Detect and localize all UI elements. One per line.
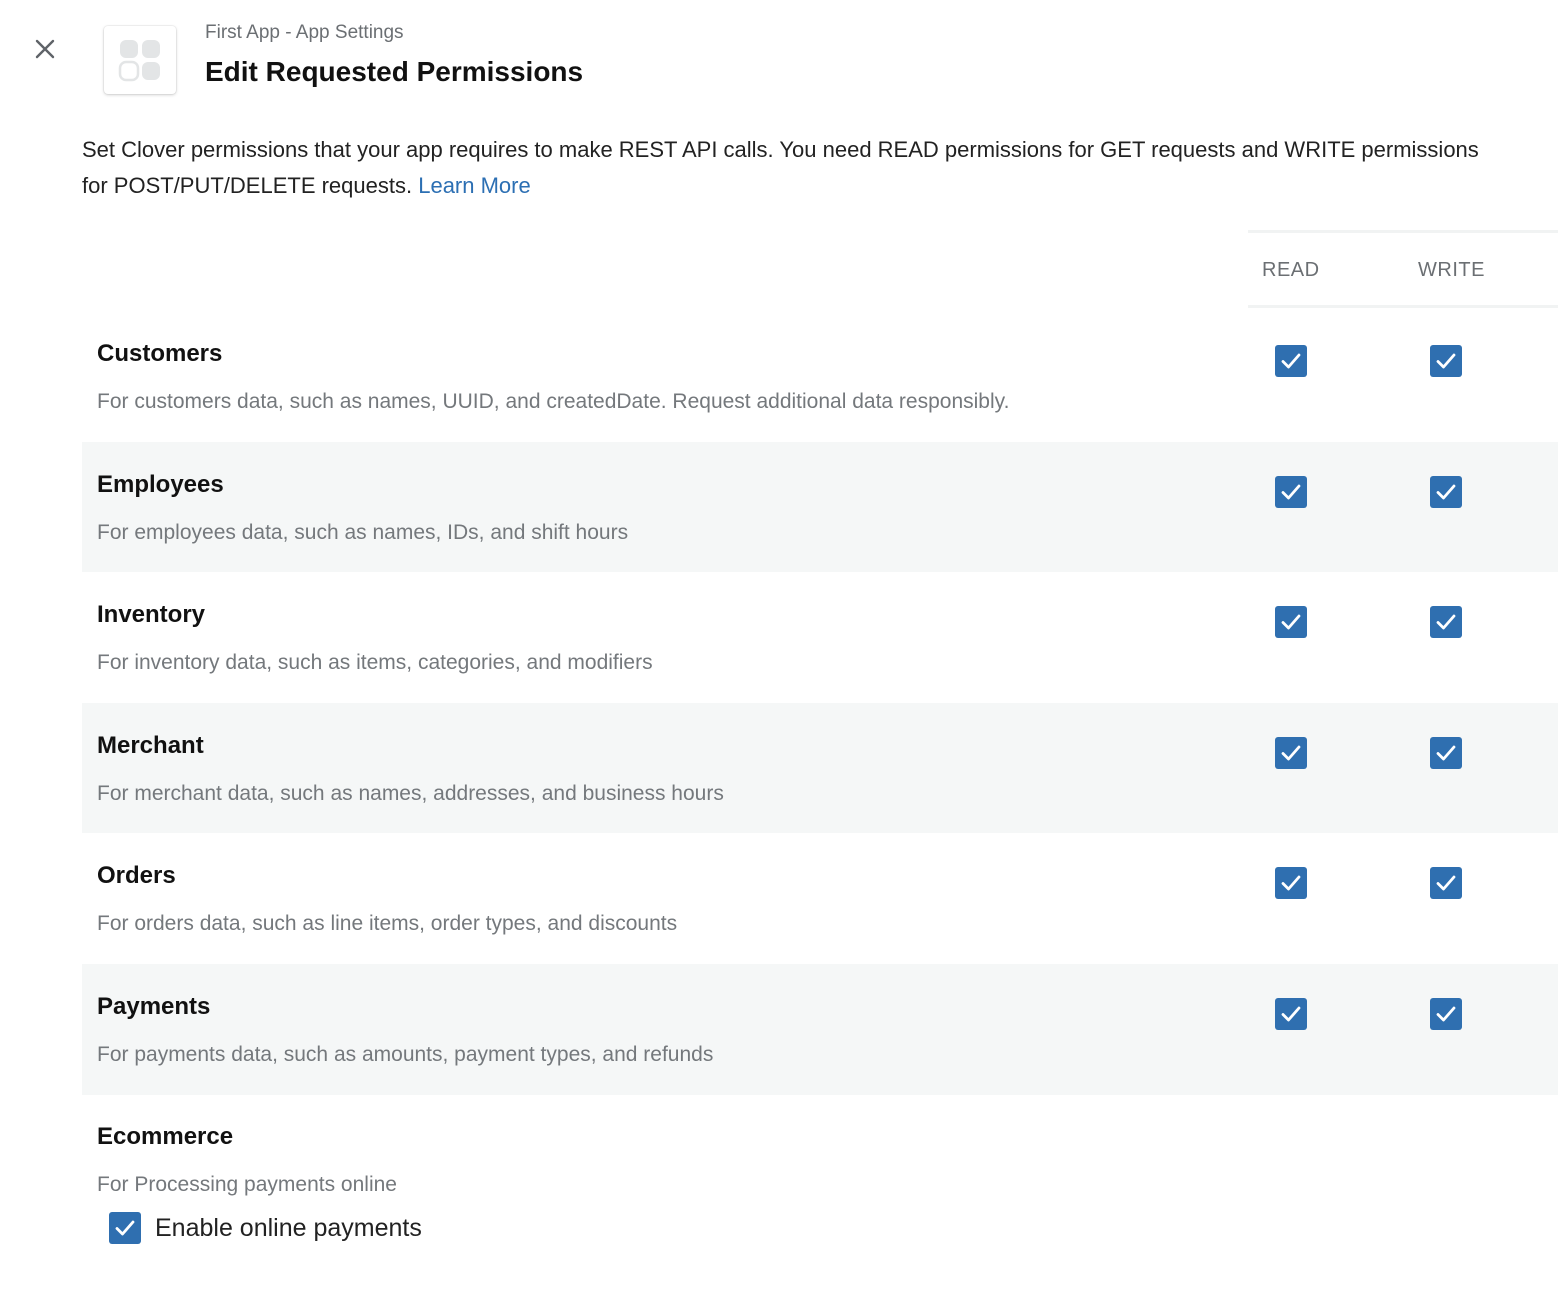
ecommerce-description: For Processing payments online bbox=[97, 1173, 397, 1196]
checkmark-icon bbox=[1281, 1006, 1301, 1022]
permission-name-payments: Payments bbox=[97, 992, 211, 1020]
read-checkbox-employees[interactable] bbox=[1275, 475, 1307, 508]
permission-name-merchant: Merchant bbox=[97, 731, 204, 759]
enable-online-payments-checkbox[interactable] bbox=[109, 1212, 141, 1244]
checkmark-icon bbox=[1281, 745, 1301, 761]
app-icon bbox=[104, 26, 176, 94]
write-checkbox-merchant[interactable] bbox=[1430, 736, 1462, 769]
permission-description-merchant: For merchant data, such as names, addres… bbox=[97, 781, 724, 805]
permission-name-employees: Employees bbox=[97, 470, 224, 498]
breadcrumb: First App - App Settings bbox=[205, 22, 404, 43]
checkmark-icon bbox=[1436, 1006, 1456, 1022]
permission-row: Payments For payments data, such as amoun… bbox=[82, 963, 1558, 1095]
permission-row: Employees For employees data, such as nam… bbox=[82, 441, 1558, 573]
checkmark-icon bbox=[1281, 875, 1301, 891]
write-checkbox-inventory[interactable] bbox=[1430, 606, 1462, 639]
permission-description-customers: For customers data, such as names, UUID,… bbox=[97, 390, 1010, 413]
ecommerce-title: Ecommerce bbox=[97, 1123, 234, 1150]
read-checkbox-customers[interactable] bbox=[1275, 345, 1307, 377]
write-checkbox-orders[interactable] bbox=[1430, 867, 1462, 900]
checkmark-icon bbox=[1436, 745, 1456, 761]
page-title: Edit Requested Permissions bbox=[205, 56, 584, 87]
permission-name-orders: Orders bbox=[97, 862, 176, 890]
read-checkbox-payments[interactable] bbox=[1275, 997, 1307, 1030]
checkmark-icon bbox=[1436, 353, 1456, 369]
checkmark-icon bbox=[1281, 353, 1301, 369]
column-header: READ WRITE bbox=[1248, 230, 1558, 308]
permission-row: Customers For customers data, such as nam… bbox=[82, 311, 1558, 442]
checkmark-icon bbox=[1436, 875, 1456, 891]
permission-row: Inventory For inventory data, such as ite… bbox=[82, 572, 1558, 703]
learn-more-link[interactable]: Learn More bbox=[418, 173, 531, 198]
checkmark-icon bbox=[1436, 484, 1456, 499]
intro-text: Set Clover permissions that your app req… bbox=[82, 132, 1502, 204]
close-button[interactable] bbox=[30, 34, 60, 64]
enable-online-payments-label: Enable online payments bbox=[155, 1214, 422, 1242]
write-checkbox-payments[interactable] bbox=[1430, 997, 1462, 1030]
permission-row: Merchant For merchant data, such as names… bbox=[82, 702, 1558, 834]
read-checkbox-merchant[interactable] bbox=[1275, 736, 1307, 769]
checkmark-icon bbox=[1281, 614, 1301, 630]
clover-logo-icon bbox=[118, 40, 160, 82]
permission-name-inventory: Inventory bbox=[97, 601, 206, 629]
permission-description-orders: For orders data, such as line items, ord… bbox=[97, 912, 678, 936]
checkmark-icon bbox=[1281, 484, 1301, 499]
write-column-label: WRITE bbox=[1418, 259, 1485, 281]
permission-description-employees: For employees data, such as names, IDs, … bbox=[97, 520, 629, 544]
write-checkbox-customers[interactable] bbox=[1430, 345, 1462, 377]
read-checkbox-orders[interactable] bbox=[1275, 867, 1307, 900]
permission-description-payments: For payments data, such as amounts, paym… bbox=[97, 1042, 714, 1066]
permission-name-customers: Customers bbox=[97, 340, 223, 367]
intro-body: Set Clover permissions that your app req… bbox=[82, 137, 1479, 198]
close-icon bbox=[35, 39, 55, 59]
ecommerce-section: Ecommerce For Processing payments online… bbox=[82, 1094, 1558, 1294]
read-column-label: READ bbox=[1262, 259, 1320, 281]
checkmark-icon bbox=[1436, 614, 1456, 630]
permission-description-inventory: For inventory data, such as items, categ… bbox=[97, 651, 653, 675]
write-checkbox-employees[interactable] bbox=[1430, 475, 1462, 508]
enable-online-payments[interactable]: Enable online payments bbox=[109, 1212, 422, 1244]
permission-row: Orders For orders data, such as line item… bbox=[82, 833, 1558, 964]
permissions-list: Customers For customers data, such as nam… bbox=[82, 311, 1558, 1095]
read-checkbox-inventory[interactable] bbox=[1275, 606, 1307, 639]
checkmark-icon bbox=[115, 1220, 135, 1236]
